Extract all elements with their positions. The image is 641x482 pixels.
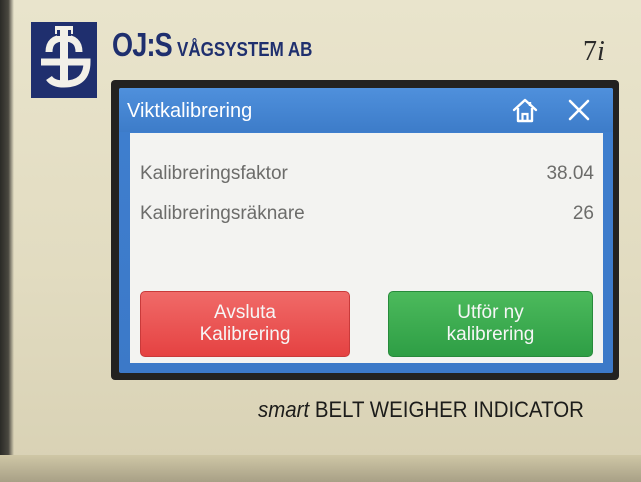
product-description-smart: smart: [258, 397, 310, 422]
model-suffix: i: [597, 36, 605, 67]
dialog-content-panel: Kalibreringsfaktor 38.04 Kalibreringsräk…: [130, 133, 603, 363]
device-bottom-edge: [0, 455, 641, 482]
product-description-rest: BELT WEIGHER INDICATOR: [309, 397, 584, 422]
company-logo: [31, 22, 97, 98]
brand-main-text: OJ:S: [112, 26, 173, 63]
product-description: smart BELT WEIGHER INDICATOR: [258, 397, 584, 423]
oj-logo-icon: [31, 22, 97, 98]
device-edge-shadow: [0, 0, 14, 482]
dialog-title: Viktkalibrering: [127, 100, 253, 122]
calibration-factor-value: 38.04: [546, 163, 594, 184]
field-row-calibration-factor: Kalibreringsfaktor 38.04: [140, 163, 594, 189]
model-label: 7i: [583, 36, 605, 68]
brand-name: OJ:S VÅGSYSTEM AB: [112, 26, 336, 66]
end-calibration-line2: Kalibrering: [199, 324, 291, 345]
brand-sub-text: VÅGSYSTEM AB: [177, 39, 313, 61]
home-button[interactable]: [511, 96, 539, 124]
dialog-titlebar: Viktkalibrering: [119, 88, 613, 132]
end-calibration-button[interactable]: Avsluta Kalibrering: [140, 291, 350, 357]
model-number: 7: [583, 36, 597, 67]
close-button[interactable]: [565, 96, 593, 124]
field-row-calibration-counter: Kalibreringsräknare 26: [140, 203, 594, 229]
calibration-counter-value: 26: [572, 203, 594, 224]
end-calibration-line1: Avsluta: [214, 302, 276, 323]
calibration-factor-label: Kalibreringsfaktor: [140, 163, 288, 184]
new-calibration-button[interactable]: Utför ny kalibrering: [388, 291, 593, 357]
new-calibration-line2: kalibrering: [446, 324, 535, 345]
device-housing: OJ:S VÅGSYSTEM AB 7i Viktkalibrering Kal…: [0, 0, 641, 482]
calibration-counter-label: Kalibreringsräknare: [140, 203, 305, 224]
home-icon: [512, 98, 538, 123]
touch-screen: Viktkalibrering Kalibreringsfaktor 38.04: [119, 88, 613, 373]
new-calibration-line1: Utför ny: [457, 302, 524, 323]
close-icon: [568, 99, 590, 121]
